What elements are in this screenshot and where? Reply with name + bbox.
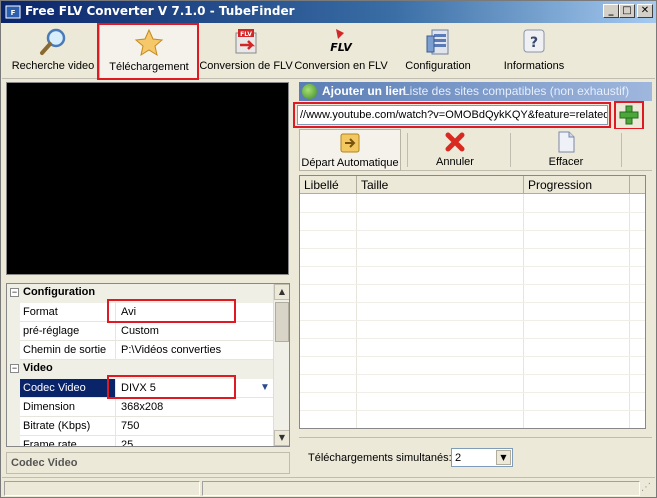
main-toolbar: Recherche video Téléchargement FLV Conve… [2,23,655,79]
category-configuration[interactable]: − Configuration [7,284,275,303]
property-name: Format [20,303,116,321]
scroll-up-icon[interactable]: ▲ [274,284,289,300]
minimize-button[interactable]: _ [603,4,619,18]
property-value[interactable]: DIVX 5 [117,379,275,397]
property-row-format[interactable]: Format Avi [7,303,275,322]
add-url-button[interactable] [618,104,640,126]
property-value[interactable]: 368x208 [117,398,275,416]
chevron-down-icon[interactable]: ▼ [258,381,272,395]
clear-button[interactable]: Effacer [531,129,601,171]
property-row-codec-video[interactable]: Codec Video DIVX 5 ▼ [7,379,275,398]
collapse-icon[interactable]: − [10,364,19,373]
collapse-icon[interactable]: − [10,288,19,297]
toolbar-label: Conversion en FLV [294,60,388,72]
start-auto-button[interactable]: Départ Automatique [299,129,401,171]
simultaneous-panel: Téléchargements simultanés: 2 ▼ [299,437,652,473]
scroll-thumb[interactable] [275,302,289,342]
property-row-bitrate[interactable]: Bitrate (Kbps) 750 [7,417,275,436]
toolbar-conversion-en-flv[interactable]: FLV Conversion en FLV [294,23,388,79]
property-name: Dimension [20,398,116,416]
property-name: Codec Video [20,379,116,397]
toolbar-label: Configuration [405,60,471,72]
list-header: Libellé Taille Progression [300,176,645,194]
app-window: F Free FLV Converter V 7.1.0 - TubeFinde… [0,0,657,498]
add-link-title: Ajouter un lien [322,84,406,98]
simultaneous-label: Téléchargements simultanés: [308,452,452,464]
video-preview [6,82,289,275]
property-value[interactable]: Custom [117,322,275,340]
property-row-frame-rate[interactable]: Frame rate 25 [7,436,275,446]
toolbar-label: Informations [503,60,565,72]
svg-text:F: F [11,9,16,17]
flv-logo-icon: FLV [323,25,359,59]
category-video[interactable]: − Video [7,360,275,379]
description-title: Codec Video [11,457,78,469]
toolbar-recherche-video[interactable]: Recherche video [10,23,96,79]
close-button[interactable]: ✕ [637,4,653,18]
resize-grip-icon[interactable]: ⋰ [641,483,653,495]
property-name: Frame rate [20,436,116,446]
toolbar-telechargement[interactable]: Téléchargement [99,23,199,79]
property-value[interactable]: 25 [117,436,275,446]
magnifier-icon [35,25,71,59]
property-description: Codec Video [6,452,290,474]
property-row-output-path[interactable]: Chemin de sortie P:\Vidéos converties [7,341,275,360]
compatible-sites-link[interactable]: Liste des sites compatibles (non exhaust… [403,84,629,98]
clear-page-icon [555,131,577,153]
download-actions: Départ Automatique Annuler Effacer [299,129,652,171]
property-name: pré-réglage [20,322,116,340]
cancel-x-icon [444,131,466,153]
action-label: Annuler [436,156,474,168]
toolbar-informations[interactable]: ? Informations [494,23,574,79]
action-label: Effacer [548,156,584,168]
column-progression[interactable]: Progression [524,176,630,194]
toolbar-conversion-de-flv[interactable]: FLV Conversion de FLV [199,23,293,79]
svg-text:FLV: FLV [240,31,252,38]
url-input[interactable]: //www.youtube.com/watch?v=OMOBdQykKQY&fe… [297,105,608,125]
column-taille[interactable]: Taille [357,176,524,194]
download-list[interactable]: Libellé Taille Progression [299,175,646,429]
maximize-button[interactable]: □ [619,4,635,18]
star-download-icon [131,26,167,60]
cancel-button[interactable]: Annuler [419,129,491,171]
property-value[interactable]: P:\Vidéos converties [117,341,275,359]
svg-text:FLV: FLV [330,41,353,54]
toolbar-label: Téléchargement [109,61,189,73]
toolbar-label: Recherche video [11,60,95,72]
action-label: Départ Automatique [301,157,399,169]
property-row-dimension[interactable]: Dimension 368x208 [7,398,275,417]
column-libelle[interactable]: Libellé [300,176,357,194]
start-arrow-icon [339,132,361,154]
chevron-down-icon[interactable]: ▼ [496,450,511,465]
toolbar-configuration[interactable]: Configuration [398,23,478,79]
property-name: Bitrate (Kbps) [20,417,116,435]
property-scrollbar[interactable]: ▲ ▼ [273,284,289,446]
status-panel-right [202,481,640,496]
simultaneous-select[interactable]: 2 ▼ [451,448,513,467]
status-bar: ⋰ [2,477,655,497]
window-title: Free FLV Converter V 7.1.0 - TubeFinder [25,4,295,18]
title-bar[interactable]: F Free FLV Converter V 7.1.0 - TubeFinde… [1,1,656,23]
status-panel-left [4,481,200,496]
toolbar-label: Conversion de FLV [199,60,293,72]
app-icon: F [5,5,21,19]
simultaneous-value: 2 [455,452,462,464]
property-name: Chemin de sortie [20,341,116,359]
add-link-header: Ajouter un lien Liste des sites compatib… [299,82,652,101]
property-grid[interactable]: − Configuration Format Avi pré-réglage C… [6,283,290,447]
config-tools-icon [420,25,456,59]
flv-convert-icon: FLV [228,25,264,59]
property-row-preset[interactable]: pré-réglage Custom [7,322,275,341]
globe-icon [302,84,317,99]
svg-text:?: ? [530,35,538,51]
scroll-down-icon[interactable]: ▼ [274,430,289,446]
property-value[interactable]: Avi [117,303,275,321]
property-value[interactable]: 750 [117,417,275,435]
plus-icon [619,105,639,125]
help-question-icon: ? [516,25,552,59]
